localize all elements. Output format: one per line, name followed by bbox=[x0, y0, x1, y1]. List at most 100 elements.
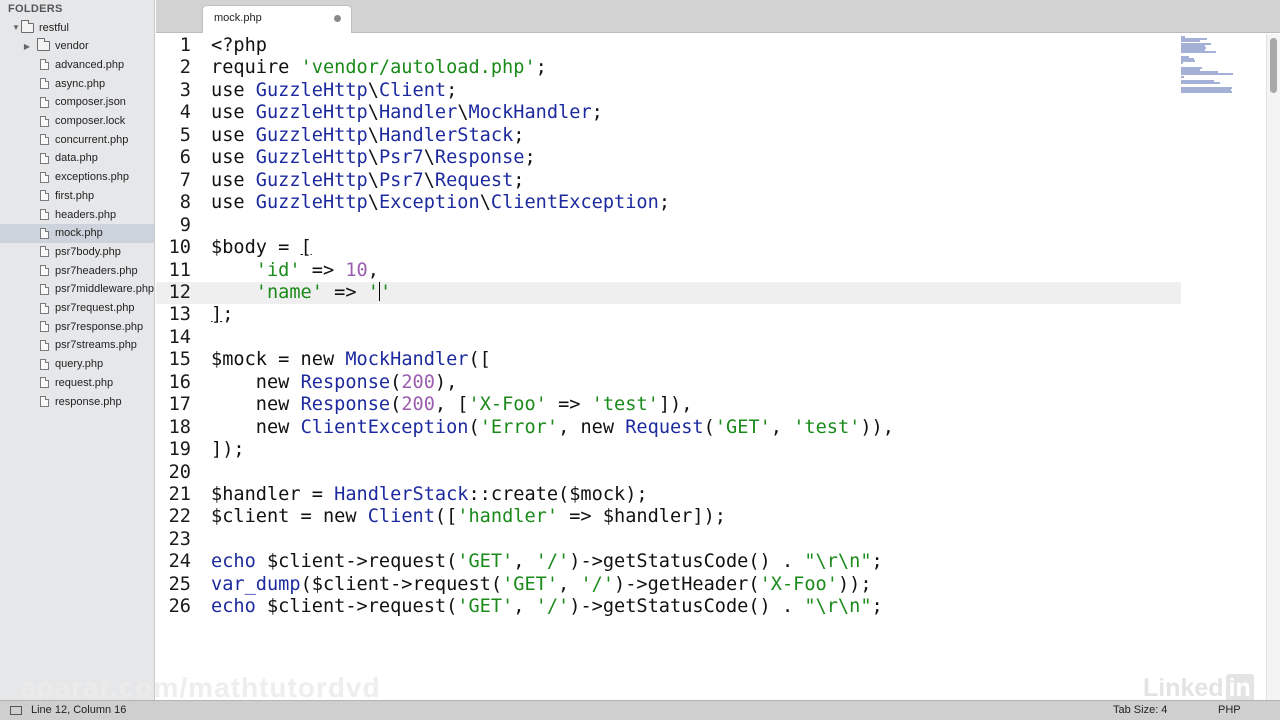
tree-file-query-php[interactable]: query.php bbox=[0, 355, 154, 374]
code-text: , new bbox=[558, 416, 626, 438]
tree-folder-restful[interactable]: ▼ restful bbox=[0, 18, 154, 37]
code-line[interactable]: 10 $body = [ bbox=[156, 237, 1181, 259]
code-line[interactable]: 3 use GuzzleHttp\Client; bbox=[156, 80, 1181, 102]
code-line[interactable]: 1 <?php bbox=[156, 35, 1181, 57]
line-code: new Response(200), bbox=[211, 371, 458, 394]
file-icon bbox=[40, 339, 49, 351]
code-text: \ bbox=[367, 102, 379, 124]
code-line[interactable]: 8 use GuzzleHttp\Exception\ClientExceptio… bbox=[156, 192, 1181, 214]
class-token: GuzzleHttp bbox=[255, 192, 368, 214]
code-line[interactable]: 18 new ClientException('Error', new Requ… bbox=[156, 417, 1181, 439]
code-text: $body = bbox=[211, 237, 301, 259]
class-token: Client bbox=[367, 506, 435, 528]
code-text: \ bbox=[367, 192, 379, 214]
tree-file-request-php[interactable]: request.php bbox=[0, 373, 154, 392]
tree-file-composer-json[interactable]: composer.json bbox=[0, 93, 154, 112]
tree-file-first-php[interactable]: first.php bbox=[0, 186, 154, 205]
code-line[interactable]: 19]); bbox=[156, 439, 1181, 461]
code-line[interactable]: 4 use GuzzleHttp\Handler\MockHandler; bbox=[156, 102, 1181, 124]
class-token: GuzzleHttp bbox=[255, 169, 368, 191]
code-line[interactable]: 5 use GuzzleHttp\HandlerStack; bbox=[156, 125, 1181, 147]
line-code: use GuzzleHttp\HandlerStack; bbox=[211, 125, 524, 147]
tree-file-composer-lock[interactable]: composer.lock bbox=[0, 112, 154, 131]
code-line[interactable]: 24 echo $client->request('GET', '/')->get… bbox=[156, 551, 1181, 573]
line-code: use GuzzleHttp\Psr7\Response; bbox=[211, 147, 536, 169]
code-line[interactable]: 13]; bbox=[156, 304, 1181, 326]
file-icon bbox=[40, 152, 49, 164]
code-line[interactable]: 20 bbox=[156, 462, 1181, 484]
tree-file-psr7request-php[interactable]: psr7request.php bbox=[0, 299, 154, 318]
tree-item-label: composer.lock bbox=[55, 115, 126, 127]
code-text: ; bbox=[591, 102, 603, 124]
linkedin-watermark: Linked in bbox=[1143, 674, 1254, 703]
code-line[interactable]: 11 'id' => 10, bbox=[156, 260, 1181, 282]
tree-file-response-php[interactable]: response.php bbox=[0, 392, 154, 411]
status-bar: Line 12, Column 16 Tab Size: 4 PHP bbox=[0, 700, 1280, 720]
number-token: 10 bbox=[345, 259, 368, 281]
code-line[interactable]: 17 new Response(200, ['X-Foo' => 'test']… bbox=[156, 394, 1181, 416]
code-text: require bbox=[211, 57, 301, 79]
code-line[interactable]: 7 use GuzzleHttp\Psr7\Request; bbox=[156, 170, 1181, 192]
line-number: 13 bbox=[168, 304, 191, 326]
syntax-selector[interactable]: PHP bbox=[1218, 704, 1241, 716]
line-code: echo $client->request('GET', '/')->getSt… bbox=[211, 551, 883, 573]
code-text: $client->request( bbox=[255, 551, 458, 573]
tree-file-headers-php[interactable]: headers.php bbox=[0, 205, 154, 224]
code-line[interactable]: 16 new Response(200), bbox=[156, 372, 1181, 394]
tree-file-psr7middleware-php[interactable]: psr7middleware.php bbox=[0, 280, 154, 299]
code-line[interactable]: 9 bbox=[156, 215, 1181, 237]
code-text: )); bbox=[837, 573, 872, 595]
line-code: $mock = new MockHandler([ bbox=[211, 349, 491, 371]
code-line[interactable]: 6 use GuzzleHttp\Psr7\Response; bbox=[156, 147, 1181, 169]
vertical-scrollbar[interactable] bbox=[1266, 34, 1280, 700]
tree-file-exceptions-php[interactable]: exceptions.php bbox=[0, 168, 154, 187]
line-number: 2 bbox=[179, 57, 191, 79]
file-icon bbox=[40, 227, 49, 239]
code-line[interactable]: 25 var_dump($client->request('GET', '/')-… bbox=[156, 574, 1181, 596]
class-token: Client bbox=[378, 79, 447, 101]
tree-file-async-php[interactable]: async.php bbox=[0, 74, 154, 93]
tree-file-psr7streams-php[interactable]: psr7streams.php bbox=[0, 336, 154, 355]
tree-file-concurrent-php[interactable]: concurrent.php bbox=[0, 130, 154, 149]
tree-file-data-php[interactable]: data.php bbox=[0, 149, 154, 168]
collapse-arrow-icon[interactable]: ▶ bbox=[22, 42, 32, 51]
code-editor[interactable]: 1 <?php 2 require 'vendor/autoload.php'; 3 us… bbox=[156, 34, 1280, 700]
code-text: , [ bbox=[434, 394, 469, 416]
code-line[interactable]: 14 bbox=[156, 327, 1181, 349]
file-icon bbox=[40, 283, 49, 295]
class-token: Handler bbox=[378, 102, 458, 124]
minimap-line bbox=[1181, 91, 1232, 93]
code-line[interactable]: 22 $client = new Client(['handler' => $ha… bbox=[156, 506, 1181, 528]
code-text: new bbox=[211, 371, 301, 393]
tree-folder-vendor[interactable]: ▶ vendor bbox=[0, 37, 154, 56]
panel-toggle-icon[interactable] bbox=[10, 706, 22, 715]
code-line[interactable]: 12 'name' => '' bbox=[156, 281, 1181, 304]
expand-arrow-icon[interactable]: ▼ bbox=[11, 23, 21, 32]
code-text: $handler = bbox=[211, 484, 335, 505]
line-number: 20 bbox=[168, 461, 191, 483]
line-number: 7 bbox=[179, 169, 191, 191]
minimap[interactable] bbox=[1181, 34, 1246, 94]
tree-item-label: exceptions.php bbox=[55, 171, 129, 184]
class-token: echo bbox=[211, 596, 256, 618]
tree-file-psr7headers-php[interactable]: psr7headers.php bbox=[0, 261, 154, 280]
file-icon bbox=[40, 321, 49, 333]
code-line[interactable]: 2 require 'vendor/autoload.php'; bbox=[156, 57, 1181, 79]
tree-item-label: composer.json bbox=[55, 96, 126, 109]
code-line[interactable]: 26 echo $client->request('GET', '/')->get… bbox=[156, 596, 1181, 618]
code-line[interactable]: 23 bbox=[156, 529, 1181, 551]
code-line[interactable]: 15 $mock = new MockHandler([ bbox=[156, 349, 1181, 371]
code-line[interactable]: 21 $handler = HandlerStack::create($mock)… bbox=[156, 484, 1181, 506]
scrollbar-thumb[interactable] bbox=[1270, 38, 1277, 93]
file-icon bbox=[40, 302, 49, 314]
unsaved-dot-icon[interactable] bbox=[334, 15, 341, 22]
tree-file-mock-php[interactable]: mock.php bbox=[0, 223, 154, 243]
tab-size-selector[interactable]: Tab Size: 4 bbox=[1113, 704, 1167, 716]
tab-mock-php[interactable]: mock.php bbox=[202, 5, 352, 33]
line-number: 1 bbox=[179, 35, 191, 56]
code-text: \ bbox=[423, 147, 435, 169]
tree-file-psr7response-php[interactable]: psr7response.php bbox=[0, 317, 154, 336]
tree-file-advanced-php[interactable]: advanced.php bbox=[0, 55, 154, 74]
line-code: $client = new Client(['handler' => $hand… bbox=[211, 506, 726, 528]
tree-file-psr7body-php[interactable]: psr7body.php bbox=[0, 242, 154, 261]
